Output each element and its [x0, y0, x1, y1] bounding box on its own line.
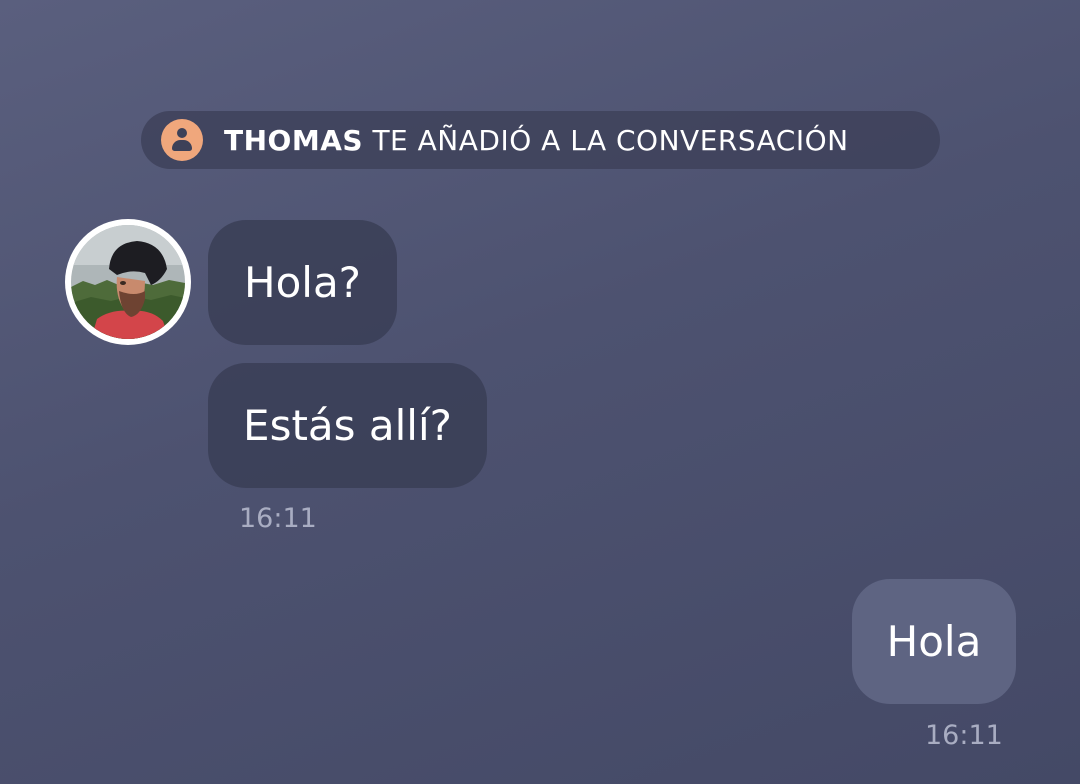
incoming-timestamp: 16:11	[239, 503, 317, 534]
system-notice-text: THOMAS TE AÑADIÓ A LA CONVERSACIÓN	[224, 124, 849, 157]
incoming-message[interactable]: Estás allí?	[208, 363, 487, 488]
outgoing-timestamp: 16:11	[925, 720, 1003, 751]
outgoing-message[interactable]: Hola	[852, 579, 1016, 704]
system-notice: THOMAS TE AÑADIÓ A LA CONVERSACIÓN	[141, 111, 940, 169]
message-text: Hola	[886, 617, 982, 666]
system-notice-message: TE AÑADIÓ A LA CONVERSACIÓN	[363, 123, 849, 157]
incoming-message[interactable]: Hola?	[208, 220, 397, 345]
message-text: Estás allí?	[243, 401, 452, 450]
user-icon	[161, 119, 203, 161]
system-notice-actor: THOMAS	[224, 123, 364, 157]
contact-avatar[interactable]	[65, 219, 191, 345]
message-text: Hola?	[244, 258, 361, 307]
contact-avatar-image	[71, 225, 185, 339]
